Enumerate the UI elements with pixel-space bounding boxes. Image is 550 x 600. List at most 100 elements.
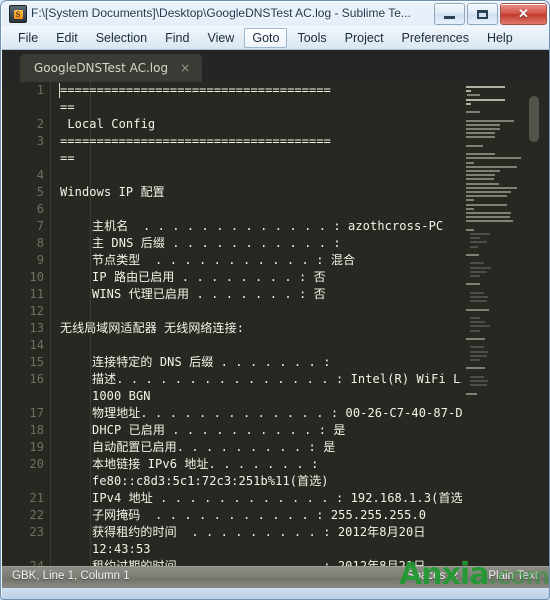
code-line: ===================================== <box>60 134 332 148</box>
minimap-line <box>466 153 496 156</box>
line-number: 19 <box>29 440 44 454</box>
code-line: 主机名 . . . . . . . . . . . . . : azothcro… <box>92 219 444 233</box>
minimize-icon <box>444 16 455 19</box>
menu-item-view[interactable]: View <box>199 28 242 48</box>
status-indentation[interactable]: Spaces: 2 <box>407 570 458 582</box>
menu-item-label: Find <box>165 30 190 45</box>
minimap-line <box>466 144 483 147</box>
maximize-button[interactable] <box>467 3 498 25</box>
line-number-gutter: 1234567891011121314151617181920212223242… <box>2 82 52 566</box>
minimap-line <box>466 308 490 311</box>
close-button[interactable]: ✕ <box>500 3 547 25</box>
menu-item-selection[interactable]: Selection <box>88 28 155 48</box>
menu-item-goto[interactable]: Goto <box>244 27 288 48</box>
minimap-line <box>466 123 500 126</box>
minimap-line <box>470 262 485 265</box>
minimap-line <box>470 317 480 319</box>
minimap-line <box>466 220 514 223</box>
menu-item-label: Selection <box>95 30 148 45</box>
code-line: == <box>60 151 75 165</box>
code-line: 租约过期的时间 . . . . . . . . . : 2012年8月21日 <box>92 559 426 566</box>
minimap-viewport-handle[interactable] <box>529 96 539 142</box>
minimap-line <box>466 132 496 135</box>
minimap-line <box>466 283 480 286</box>
menu-item-label: File <box>18 30 39 45</box>
line-number: 22 <box>29 508 44 522</box>
code-line: 连接特定的 DNS 后缀 . . . . . . . : <box>92 355 331 369</box>
code-line: 节点类型 . . . . . . . . . . . : 混合 <box>92 253 356 267</box>
minimap-line <box>466 367 485 370</box>
line-number: 1 <box>36 83 44 97</box>
menu-item-find[interactable]: Find <box>157 28 197 48</box>
code-line: WINS 代理已启用 . . . . . . . : 否 <box>92 287 326 301</box>
minimap-line <box>466 191 512 193</box>
minimap-line <box>466 128 500 130</box>
code-line: fe80::c8d3:5c1:72c3:251b%11(首选) <box>92 474 329 488</box>
window-bottom-edge <box>2 588 549 599</box>
editor-area[interactable]: 1234567891011121314151617181920212223242… <box>2 82 549 566</box>
minimap-line <box>470 300 488 303</box>
line-number: 24 <box>29 559 44 566</box>
menu-item-edit[interactable]: Edit <box>48 28 86 48</box>
minimap-line <box>466 216 511 219</box>
menu-item-tools[interactable]: Tools <box>289 28 334 48</box>
menu-item-project[interactable]: Project <box>337 28 392 48</box>
minimap-line <box>470 375 485 378</box>
line-number: 5 <box>36 185 44 199</box>
minimap-line <box>470 354 488 357</box>
tab-bar: GoogleDNSTest AC.log × <box>2 50 549 82</box>
minimap-line <box>466 186 518 189</box>
minimap-line <box>466 86 505 88</box>
minimap-line <box>466 199 475 202</box>
line-number: 15 <box>29 355 44 369</box>
minimap-line <box>470 245 478 248</box>
status-encoding-position[interactable]: GBK, Line 1, Column 1 <box>12 570 130 582</box>
line-number: 18 <box>29 423 44 437</box>
line-number: 2 <box>36 117 44 131</box>
vertical-scrollbar[interactable] <box>540 82 549 566</box>
line-number: 8 <box>36 236 44 250</box>
code-content[interactable]: ===================================== == … <box>52 82 482 566</box>
minimap-line <box>470 275 480 277</box>
minimap-line <box>470 380 489 382</box>
code-line: DHCP 已启用 . . . . . . . . . . : 是 <box>92 423 346 437</box>
menu-item-label: Edit <box>56 30 78 45</box>
sublime-text-icon: S <box>9 5 27 23</box>
code-line: IPv4 地址 . . . . . . . . . . . . : 192.16… <box>92 491 471 505</box>
code-line: 子网掩码 . . . . . . . . . . . : 255.255.255… <box>92 508 427 522</box>
menu-item-preferences[interactable]: Preferences <box>394 28 477 48</box>
line-number: 6 <box>36 202 44 216</box>
minimap-line <box>466 207 475 210</box>
minimap-line <box>466 102 471 105</box>
code-line: 主 DNS 后缀 . . . . . . . . . . . : <box>92 236 341 250</box>
minimap-line <box>466 170 500 172</box>
minimap-line <box>466 161 475 164</box>
status-syntax[interactable]: Plain Text <box>488 570 538 582</box>
minimap-line <box>470 266 492 269</box>
minimap-line <box>466 254 479 256</box>
title-bar[interactable]: S F:\[System Documents]\Desktop\GoogleDN… <box>1 1 549 26</box>
menu-item-label: Preferences <box>401 30 469 45</box>
minimap-line <box>470 329 480 332</box>
minimap-line <box>466 119 515 122</box>
menu-bar: File Edit Selection Find View Goto Tools Projec… <box>2 26 549 50</box>
menu-item-label: Help <box>486 30 513 45</box>
minimap-line <box>470 296 489 298</box>
menu-item-file[interactable]: File <box>10 28 46 48</box>
code-line: 12:43:53 <box>92 542 151 556</box>
minimize-button[interactable] <box>434 3 465 25</box>
minimap-line <box>466 111 480 114</box>
maximize-icon <box>477 9 488 19</box>
line-number: 12 <box>29 304 44 318</box>
menu-item-help[interactable]: Help <box>479 28 521 48</box>
gutter-divider <box>50 82 51 566</box>
minimap-line <box>470 325 491 328</box>
minimap-line <box>466 136 496 139</box>
minimap-line <box>470 241 488 244</box>
status-bar: GBK, Line 1, Column 1 Spaces: 2 Plain Te… <box>2 566 549 588</box>
minimap[interactable] <box>462 82 540 566</box>
minimap-line <box>470 291 485 294</box>
close-icon[interactable]: × <box>180 62 190 74</box>
minimap-line <box>470 237 480 240</box>
tab-googlednstest-log[interactable]: GoogleDNSTest AC.log × <box>20 54 203 82</box>
